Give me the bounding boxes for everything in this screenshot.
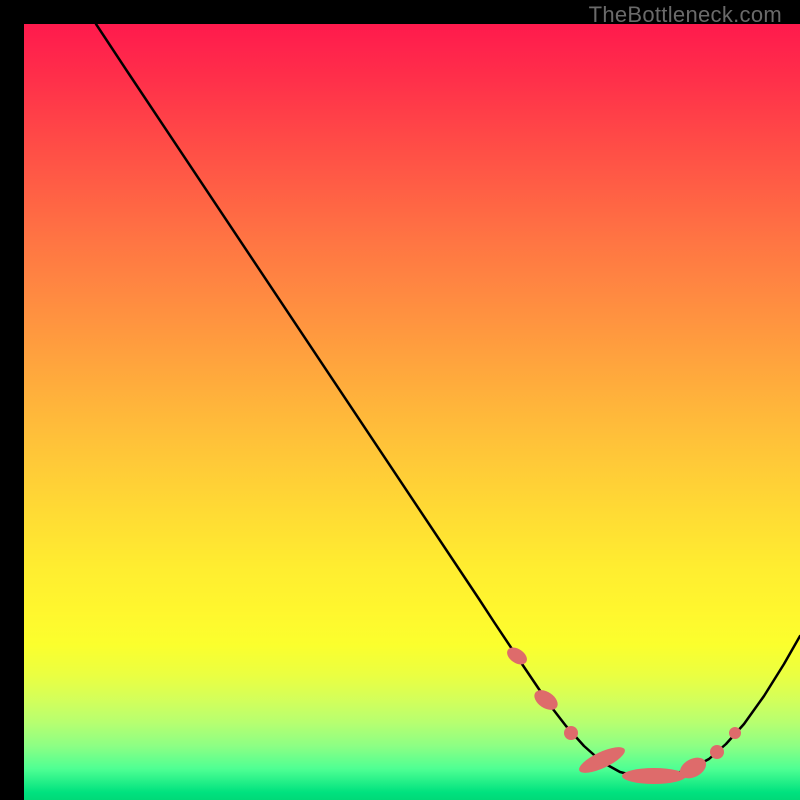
marker-4 <box>622 768 686 784</box>
marker-7 <box>729 727 741 739</box>
chart-frame <box>12 12 788 788</box>
chart-svg <box>24 24 800 800</box>
plot-area <box>24 24 800 800</box>
marker-1 <box>531 686 562 714</box>
marker-2 <box>564 726 578 740</box>
marker-0 <box>504 644 530 668</box>
watermark-text: TheBottleneck.com <box>589 2 782 28</box>
marker-layer <box>504 644 741 784</box>
marker-6 <box>710 745 724 759</box>
curve-main-curve <box>96 24 800 777</box>
curve-layer <box>96 24 800 777</box>
